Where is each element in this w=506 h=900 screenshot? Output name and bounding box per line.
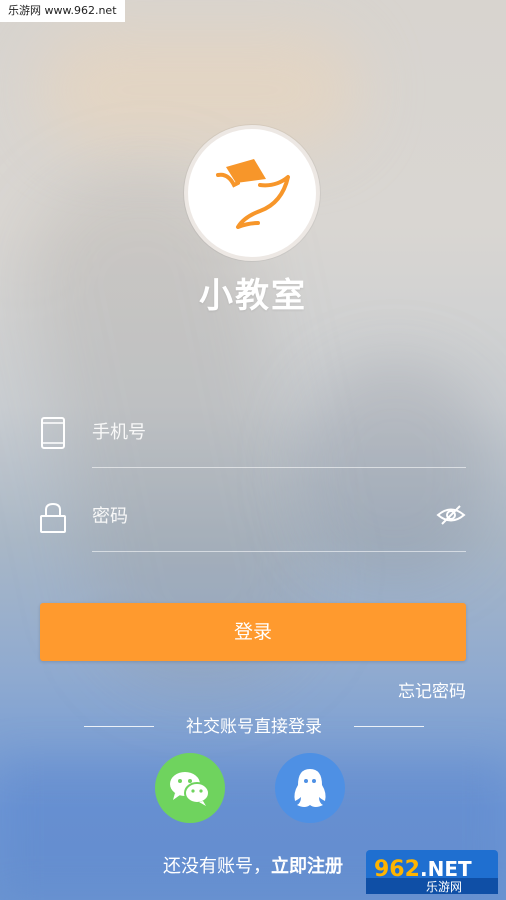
forgot-password-link[interactable]: 忘记密码 (398, 677, 466, 702)
phone-field[interactable]: 手机号 (38, 404, 466, 468)
app-logo (184, 125, 320, 261)
phone-input[interactable]: 手机号 (92, 412, 422, 454)
lock-icon (40, 502, 66, 533)
password-underline (92, 551, 466, 552)
divider-line-right (354, 726, 424, 727)
site-watermark: 乐游网 www.962.net (0, 0, 125, 22)
qq-login-button[interactable] (275, 753, 345, 823)
phone-underline (92, 467, 466, 468)
wechat-login-button[interactable] (155, 753, 225, 823)
bird-book-logo-icon (216, 159, 290, 229)
corner-watermark-logo: 962 .NET 乐游网 (366, 850, 498, 894)
phone-icon (41, 417, 65, 449)
register-link[interactable]: 立即注册 (271, 856, 343, 877)
password-input[interactable]: 密码 (92, 496, 422, 538)
wechat-icon (170, 772, 210, 806)
app-title: 小教室 (199, 276, 307, 316)
login-button[interactable]: 登录 (40, 603, 466, 661)
watermark-suffix: .NET (420, 857, 472, 881)
password-field[interactable]: 密码 (38, 488, 466, 552)
qq-icon (294, 769, 326, 807)
login-screen: 乐游网 www.962.net 小教室 手机号 密码 登录 忘记密码 社交账号直… (0, 0, 506, 900)
register-prompt-text: 还没有账号， (163, 856, 271, 877)
watermark-sub: 乐游网 (426, 880, 462, 894)
eye-icon[interactable] (436, 500, 466, 530)
social-divider-text: 社交账号直接登录 (186, 717, 322, 737)
social-divider: 社交账号直接登录 (84, 714, 424, 740)
watermark-brand: 962 (374, 857, 420, 882)
background-blur (40, 30, 360, 150)
